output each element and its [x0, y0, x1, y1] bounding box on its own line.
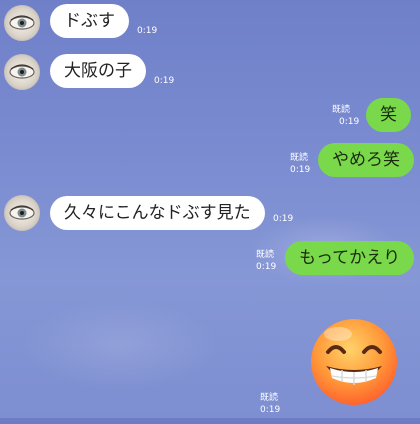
- read-receipt: 既読: [332, 105, 351, 115]
- read-receipt: 既読: [260, 393, 279, 403]
- message-time: 0:19: [137, 26, 158, 36]
- message-time: 0:19: [290, 165, 311, 175]
- eye-icon: [9, 205, 35, 220]
- message-bubble-outgoing[interactable]: 笑: [366, 98, 411, 132]
- chat-screen: ドぶす 0:19 大阪の子 0:19 既読 0:19 笑 既読 0:19 やめろ…: [0, 0, 420, 424]
- message-bubble-outgoing[interactable]: やめろ笑: [318, 143, 414, 177]
- message-bubble-incoming[interactable]: 久々にこんなドぶす見た: [50, 196, 265, 230]
- grinning-face-icon: [311, 319, 397, 405]
- message-time: 0:19: [273, 214, 294, 224]
- eye-icon: [9, 64, 35, 79]
- message-time: 0:19: [260, 405, 281, 415]
- contact-avatar[interactable]: [4, 5, 40, 41]
- background-cloud: [20, 300, 220, 390]
- message-bubble-incoming[interactable]: ドぶす: [50, 4, 129, 38]
- contact-avatar[interactable]: [4, 54, 40, 90]
- eye-icon: [9, 15, 35, 30]
- read-receipt: 既読: [256, 250, 275, 260]
- message-time: 0:19: [154, 76, 175, 86]
- message-bubble-outgoing[interactable]: もってかえり: [285, 241, 415, 275]
- bottom-strip: [0, 418, 420, 424]
- grinning-face-sticker[interactable]: [308, 316, 400, 412]
- message-time: 0:19: [339, 117, 360, 127]
- contact-avatar[interactable]: [4, 195, 40, 231]
- read-receipt: 既読: [290, 153, 309, 163]
- message-time: 0:19: [256, 262, 277, 272]
- message-bubble-incoming[interactable]: 大阪の子: [50, 54, 146, 88]
